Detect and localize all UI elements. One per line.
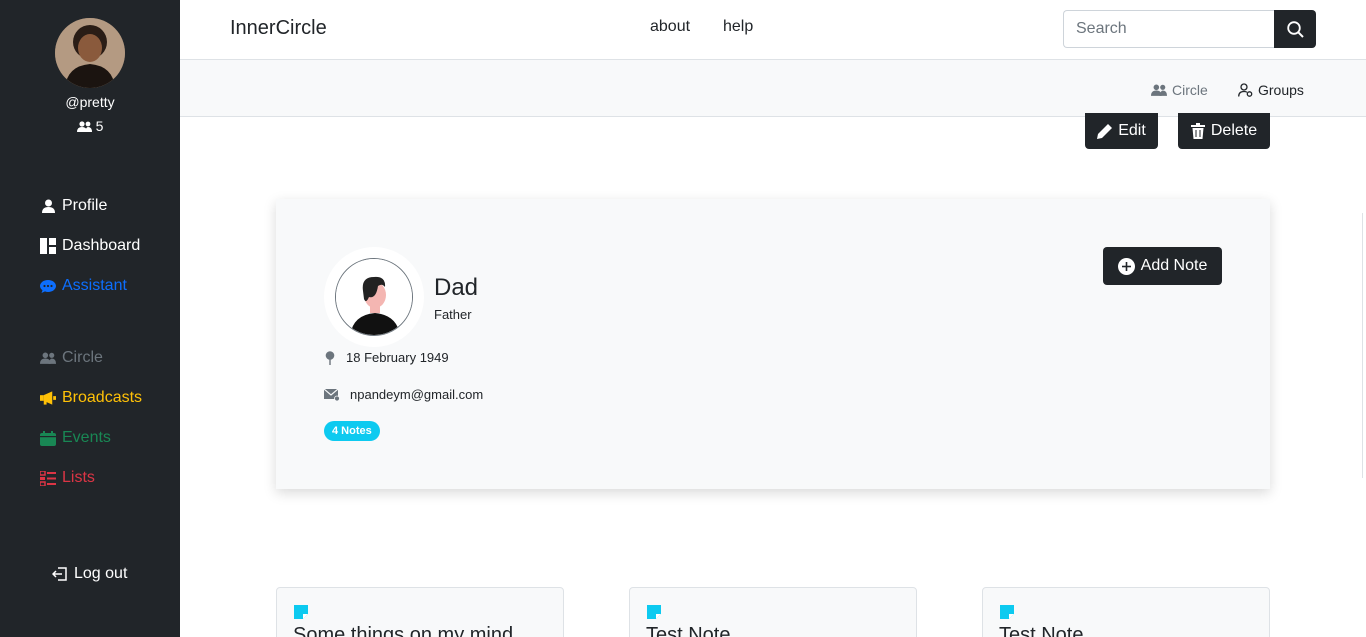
friend-count-value: 5: [95, 118, 104, 134]
email-text[interactable]: npandeym@gmail.com: [350, 387, 483, 402]
nav-lists[interactable]: Lists: [40, 469, 95, 487]
nav-lists-label: Lists: [62, 469, 95, 486]
nav-broadcasts[interactable]: Broadcasts: [40, 389, 142, 407]
nav-events-label: Events: [62, 429, 111, 446]
list-icon: [40, 470, 56, 486]
nav-circle-label: Circle: [62, 349, 103, 366]
people-icon: [76, 121, 92, 132]
search-button[interactable]: [1274, 10, 1316, 48]
friend-count: 5: [0, 118, 180, 134]
contact-avatar: [335, 258, 413, 336]
add-note-button[interactable]: Add Note: [1103, 247, 1222, 285]
help-link[interactable]: help: [723, 18, 753, 36]
people-icon: [40, 350, 56, 366]
logout-label: Log out: [74, 565, 128, 582]
note-title: Test Note: [999, 624, 1084, 637]
contact-email: npandeym@gmail.com: [324, 387, 483, 402]
subnav-groups-label: Groups: [1258, 82, 1304, 98]
nav-broadcasts-label: Broadcasts: [62, 389, 143, 406]
people-icon: [1151, 84, 1167, 96]
nav-profile[interactable]: Profile: [40, 197, 107, 215]
sticky-note-icon: [294, 605, 308, 619]
contact-avatar-frame: [324, 247, 424, 347]
subnav-circle[interactable]: Circle: [1151, 82, 1208, 98]
logout-link[interactable]: Log out: [52, 565, 127, 583]
chat-icon: [40, 278, 56, 294]
nav-circle[interactable]: Circle: [40, 349, 103, 367]
person-icon: [40, 198, 56, 214]
nav-assistant[interactable]: Assistant: [40, 277, 127, 295]
sticky-note-icon: [1000, 605, 1014, 619]
user-avatar[interactable]: [55, 18, 125, 88]
about-link[interactable]: about: [650, 18, 690, 36]
mail-icon: [324, 388, 340, 401]
pencil-icon: [1097, 123, 1113, 139]
search-input[interactable]: [1063, 10, 1275, 48]
trash-icon: [1190, 123, 1205, 139]
nav-profile-label: Profile: [62, 197, 108, 214]
contact-name: Dad: [434, 274, 479, 301]
nav-dashboard[interactable]: Dashboard: [40, 237, 140, 255]
username: @pretty: [65, 94, 115, 110]
birthday-text: 18 February 1949: [346, 350, 449, 365]
contact-birthday: 18 February 1949: [324, 350, 449, 365]
note-card[interactable]: Test Note: [629, 587, 917, 637]
edit-label: Edit: [1118, 122, 1146, 139]
plus-circle-icon: [1117, 257, 1135, 275]
edit-button[interactable]: Edit: [1085, 113, 1158, 149]
dashboard-icon: [40, 238, 56, 254]
add-note-label: Add Note: [1140, 257, 1208, 274]
brand-logo[interactable]: InnerCircle: [230, 17, 327, 40]
note-card[interactable]: Some things on my mind: [276, 587, 564, 637]
contact-relationship: Father: [434, 307, 472, 322]
location-pin-icon: [325, 350, 335, 365]
group-settings-icon: [1238, 83, 1253, 97]
nav-events[interactable]: Events: [40, 429, 111, 447]
nav-dashboard-label: Dashboard: [62, 237, 141, 254]
note-title: Some things on my mind: [293, 624, 514, 637]
calendar-icon: [40, 430, 56, 446]
top-navbar: InnerCircle about help: [180, 0, 1366, 60]
notes-count-badge: 4 Notes: [324, 421, 380, 441]
note-card[interactable]: Test Note: [982, 587, 1270, 637]
contact-card: Dad Father 18 February 1949 npandeym@gma…: [276, 199, 1270, 489]
search-icon: [1286, 20, 1304, 38]
logout-icon: [52, 566, 68, 582]
sticky-note-icon: [647, 605, 661, 619]
megaphone-icon: [40, 390, 56, 406]
secondary-navbar: Circle Groups: [180, 60, 1366, 117]
delete-button[interactable]: Delete: [1178, 113, 1270, 149]
sidebar: @pretty 5 Profile Dashboard Assistant Ci…: [0, 0, 180, 637]
subnav-circle-label: Circle: [1172, 82, 1208, 98]
scrollbar-track[interactable]: [1362, 213, 1363, 478]
subnav-groups[interactable]: Groups: [1238, 82, 1304, 98]
delete-label: Delete: [1210, 122, 1258, 139]
note-title: Test Note: [646, 624, 731, 637]
nav-assistant-label: Assistant: [62, 277, 127, 294]
